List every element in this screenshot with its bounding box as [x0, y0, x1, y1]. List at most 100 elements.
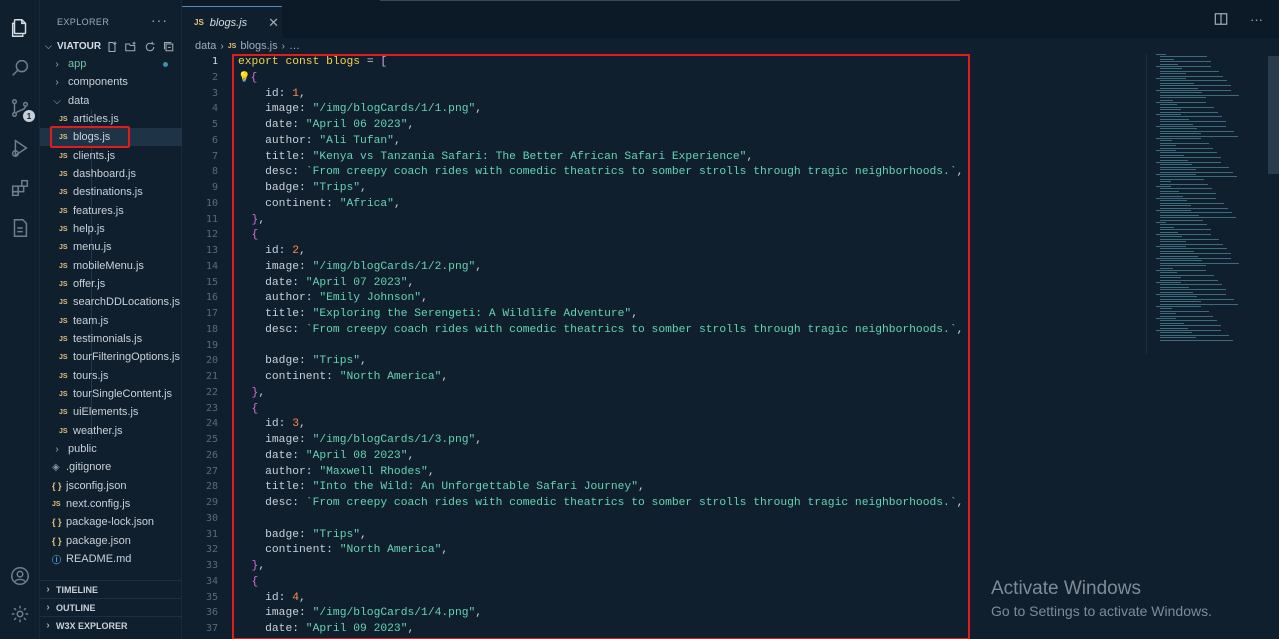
file-item[interactable]: JS uiElements.js [40, 403, 182, 421]
section-w3x-explorer[interactable]: › W3X EXPLORER [40, 616, 182, 634]
tree-item-label: package.json [66, 535, 131, 547]
search-icon[interactable] [8, 56, 32, 80]
file-item[interactable]: JS clients.js [40, 147, 182, 165]
breadcrumb-file[interactable]: blogs.js [240, 40, 277, 52]
js-file-icon: JS [59, 353, 68, 361]
refresh-icon[interactable] [143, 40, 157, 54]
folder-item[interactable]: › components [40, 73, 182, 91]
js-file-icon: JS [59, 335, 68, 343]
settings-gear-icon[interactable] [8, 602, 32, 626]
file-item[interactable]: ⓘ README.md [40, 550, 182, 568]
line-number: 5 [211, 119, 218, 130]
js-file-icon: JS [59, 427, 68, 435]
tree-item-label: features.js [73, 205, 124, 217]
collapse-all-icon[interactable] [162, 40, 176, 54]
tree-item-label: README.md [66, 553, 132, 565]
info-file-icon: ⓘ [52, 554, 62, 565]
tree-item-label: public [68, 443, 97, 455]
tab-bar: JS blogs.js ✕ ··· [182, 0, 1279, 38]
file-item[interactable]: JS next.config.js [40, 495, 182, 513]
file-item[interactable]: { } jsconfig.json [40, 477, 182, 495]
file-item[interactable]: JS tours.js [40, 367, 182, 385]
file-item[interactable]: { } package.json [40, 532, 182, 550]
more-actions-icon[interactable]: ··· [1250, 12, 1263, 29]
file-item[interactable]: JS tourFilteringOptions.js [40, 348, 182, 366]
project-root[interactable]: ⌵ VIATOUR [40, 38, 182, 55]
vertical-scrollbar[interactable] [1268, 56, 1279, 174]
document-icon[interactable] [8, 216, 32, 240]
tree-item-label: tourSingleContent.js [73, 388, 173, 400]
file-item[interactable]: JS features.js [40, 202, 182, 220]
js-file-icon: JS [59, 152, 68, 160]
tree-item-label: data [68, 95, 90, 107]
file-item[interactable]: ◈ .gitignore [40, 458, 182, 476]
line-number: 2 [211, 72, 218, 83]
js-file-icon: JS [52, 500, 61, 508]
code-editor[interactable]: 1 2 3 4 5 6 7 8 9 10 11 12 13 14 15 16 17 18 19 20 21 22 23 24 2… [182, 54, 1279, 639]
json-file-icon: { } [52, 517, 62, 527]
explorer-sidebar: EXPLORER ··· ⌵ VIATOUR › app › components ⌵ d… [40, 0, 182, 639]
run-debug-icon[interactable] [8, 136, 32, 160]
tree-item-label: destinations.js [73, 186, 143, 198]
split-editor-icon[interactable] [1214, 12, 1228, 29]
tree-item-label: menu.js [73, 241, 112, 253]
more-actions-icon[interactable]: ··· [151, 12, 168, 28]
json-file-icon: { } [52, 536, 62, 546]
section-timeline[interactable]: › TIMELINE [40, 580, 182, 598]
breadcrumb-folder[interactable]: data [195, 40, 216, 52]
line-number: 34 [205, 576, 218, 587]
tree-item-label: tourFilteringOptions.js [73, 351, 180, 363]
file-item[interactable]: JS menu.js [40, 238, 182, 256]
file-item[interactable]: JS destinations.js [40, 183, 182, 201]
close-tab-icon[interactable]: ✕ [268, 15, 279, 31]
line-number: 13 [205, 245, 218, 256]
line-number: 16 [205, 292, 218, 303]
file-item[interactable]: JS offer.js [40, 275, 182, 293]
source-control-icon[interactable]: 1 [8, 96, 35, 122]
section-outline[interactable]: › OUTLINE [40, 598, 182, 616]
explorer-header: EXPLORER ··· [40, 0, 182, 38]
chevron-down-icon: ⌵ [45, 41, 52, 51]
line-number: 29 [205, 497, 218, 508]
folder-item[interactable]: ⌵ data [40, 92, 182, 110]
breadcrumb-symbol[interactable]: … [289, 40, 300, 52]
new-file-icon[interactable] [105, 40, 119, 54]
file-item[interactable]: JS searchDDLocations.js [40, 293, 182, 311]
line-number: 19 [205, 340, 218, 351]
line-number: 33 [205, 560, 218, 571]
file-item[interactable]: JS mobileMenu.js [40, 257, 182, 275]
new-folder-icon[interactable] [124, 40, 138, 54]
file-item[interactable]: JS weather.js [40, 422, 182, 440]
json-file-icon: { } [52, 481, 62, 491]
line-number: 37 [205, 623, 218, 634]
line-number: 12 [205, 229, 218, 240]
js-file-icon: JS [59, 188, 68, 196]
tree-item-label: dashboard.js [73, 168, 136, 180]
line-number: 1 [211, 56, 218, 67]
js-file-icon: JS [59, 298, 68, 306]
folder-item[interactable]: › public [40, 440, 182, 458]
highlight-box [50, 126, 130, 148]
file-item[interactable]: JS tourSingleContent.js [40, 385, 182, 403]
file-item[interactable]: JS help.js [40, 220, 182, 238]
minimap[interactable] [1150, 54, 1265, 354]
tree-item-label: weather.js [73, 425, 123, 437]
account-icon[interactable] [8, 564, 32, 588]
js-file-icon: JS [59, 390, 68, 398]
file-item[interactable]: JS team.js [40, 312, 182, 330]
js-file-icon: JS [59, 243, 68, 251]
tree-item-label: tours.js [73, 370, 109, 382]
folder-item[interactable]: › app [40, 55, 182, 73]
js-file-icon: JS [59, 280, 68, 288]
modified-dot-icon [163, 61, 168, 67]
tab-blogs-js[interactable]: JS blogs.js ✕ [182, 6, 282, 38]
extensions-icon[interactable] [8, 176, 32, 200]
file-item[interactable]: JS testimonials.js [40, 330, 182, 348]
file-item[interactable]: { } package-lock.json [40, 513, 182, 531]
file-item[interactable]: JS dashboard.js [40, 165, 182, 183]
tree-item-label: help.js [73, 223, 105, 235]
line-number: 28 [205, 481, 218, 492]
js-file-icon: JS [59, 225, 68, 233]
explorer-files-icon[interactable] [8, 16, 32, 40]
chevron-right-icon: › [281, 40, 285, 52]
